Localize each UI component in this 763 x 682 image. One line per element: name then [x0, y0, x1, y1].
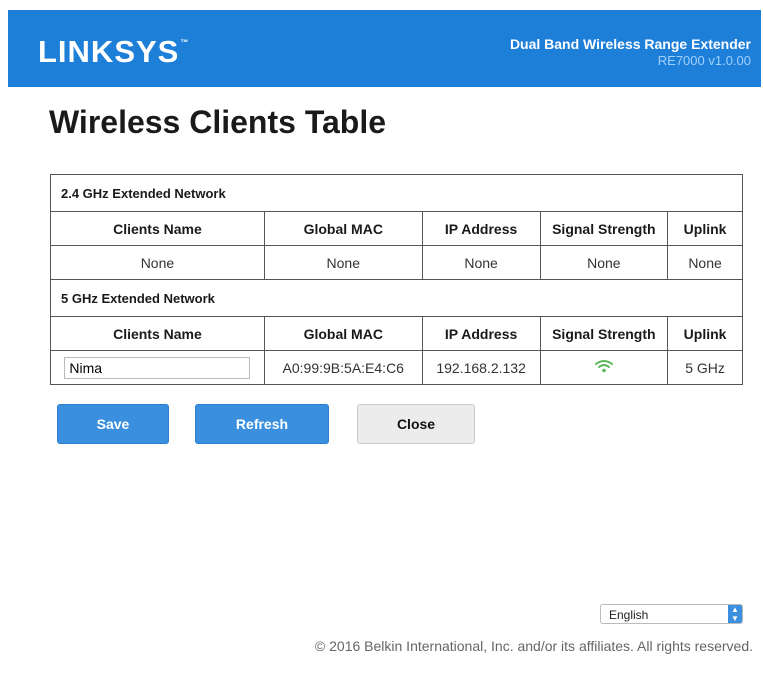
cell-signal: None — [539, 245, 669, 280]
select-arrows-icon: ▲ ▼ — [728, 605, 742, 623]
col-header-global-mac: Global MAC — [263, 316, 423, 351]
client-name-input[interactable] — [64, 356, 251, 379]
cell-mac: None — [263, 245, 423, 280]
network-title-5ghz: 5 GHz Extended Network — [50, 279, 743, 317]
header-row: Clients Name Global MAC IP Address Signa… — [50, 316, 743, 351]
table-row: None None None None None — [50, 245, 743, 280]
product-info: Dual Band Wireless Range Extender RE7000… — [510, 36, 751, 68]
section-row: 5 GHz Extended Network — [50, 279, 743, 317]
clients-table: 2.4 GHz Extended Network Clients Name Gl… — [50, 174, 743, 385]
col-header-ip-address: IP Address — [421, 316, 541, 351]
col-header-uplink: Uplink — [667, 316, 743, 351]
cell-client-name: None — [50, 245, 265, 280]
close-button[interactable]: Close — [357, 404, 475, 444]
table-row: A0:99:9B:5A:E4:C6 192.168.2.132 5 GHz — [50, 350, 743, 385]
product-version: RE7000 v1.0.00 — [657, 53, 751, 68]
cell-mac: A0:99:9B:5A:E4:C6 — [263, 350, 423, 385]
col-header-signal-strength: Signal Strength — [539, 316, 669, 351]
copyright-text: © 2016 Belkin International, Inc. and/or… — [314, 638, 753, 654]
col-header-clients-name: Clients Name — [50, 316, 265, 351]
language-select[interactable]: English ▲ ▼ — [600, 604, 743, 624]
section-row: 2.4 GHz Extended Network — [50, 174, 743, 212]
cell-ip: 192.168.2.132 — [421, 350, 541, 385]
header-bar: LINKSYS™ Dual Band Wireless Range Extend… — [8, 10, 761, 87]
col-header-ip-address: IP Address — [421, 211, 541, 246]
wifi-signal-icon — [594, 359, 614, 376]
product-name: Dual Band Wireless Range Extender — [509, 36, 751, 52]
save-button[interactable]: Save — [57, 404, 169, 444]
col-header-clients-name: Clients Name — [50, 211, 265, 246]
page-title: Wireless Clients Table — [49, 104, 387, 140]
refresh-button[interactable]: Refresh — [195, 404, 329, 444]
cell-uplink: None — [667, 245, 743, 280]
linksys-logo: LINKSYS™ — [38, 34, 190, 69]
cell-client-name — [50, 350, 265, 385]
col-header-uplink: Uplink — [667, 211, 743, 246]
cell-ip: None — [421, 245, 541, 280]
col-header-signal-strength: Signal Strength — [539, 211, 669, 246]
col-header-global-mac: Global MAC — [263, 211, 423, 246]
header-row: Clients Name Global MAC IP Address Signa… — [50, 211, 743, 246]
cell-uplink: 5 GHz — [667, 350, 743, 385]
network-title-24ghz: 2.4 GHz Extended Network — [50, 174, 743, 212]
language-selected: English — [609, 608, 649, 622]
cell-signal — [539, 350, 669, 385]
